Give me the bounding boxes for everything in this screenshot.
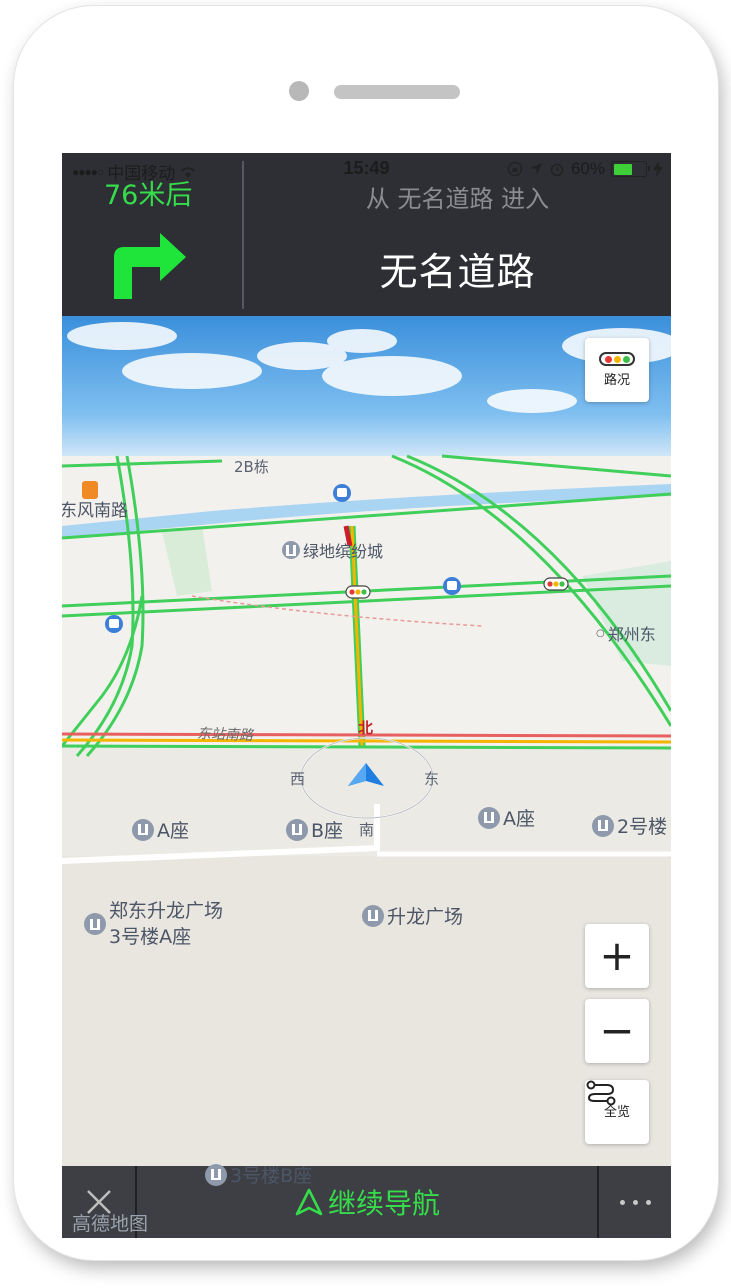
compass-west: 西 (290, 770, 306, 788)
overview-label: 全览 (603, 1104, 630, 1120)
building-icon (478, 806, 500, 829)
traffic-light-icon (599, 352, 635, 366)
building-icon (362, 904, 384, 927)
map-poi-a-zuo[interactable]: A座 (478, 804, 535, 831)
map-poi-zhengdong-shenglong[interactable]: 郑东升龙广场 3号楼A座 (84, 898, 223, 950)
building-icon (286, 818, 308, 841)
map-poi-shenglong[interactable]: 升龙广场 (362, 902, 463, 929)
building-icon (132, 818, 154, 841)
amap-watermark: 高德地图 (72, 1213, 149, 1235)
charging-bolt-icon (653, 161, 663, 177)
zoom-in-button[interactable]: + (585, 924, 649, 988)
bus-stop-icon (105, 615, 123, 633)
rotation-lock-icon (507, 161, 523, 177)
turn-right-arrow-icon (114, 233, 186, 299)
battery-icon (611, 161, 650, 177)
navigation-screen: 76米后 从 无名道路 进入 无名道路 ●●●●○ 中国移动 15:49 60%… (62, 153, 671, 1238)
map-label-station[interactable]: ○ 郑州东 (596, 621, 656, 645)
map-poi-b-zuo[interactable]: B座 (286, 816, 343, 843)
overview-button[interactable]: 全览 (585, 1080, 649, 1144)
compass-east: 东 (424, 770, 440, 788)
current-road-name: 无名道路 (379, 250, 536, 294)
traffic-light-marker (345, 585, 371, 599)
bus-stop-icon (443, 577, 461, 595)
continue-navigation-label: 继续导航 (327, 1187, 440, 1220)
building-icon (205, 1163, 227, 1186)
navigation-arrow-icon (295, 1188, 323, 1216)
map-label-road: 东站南路 (196, 726, 254, 744)
compass-north: 北 (358, 719, 374, 737)
more-options-button[interactable] (599, 1166, 671, 1238)
map-poi-a-zuo[interactable]: A座 (132, 816, 189, 843)
map-label-building: 2B栋 (234, 458, 269, 476)
map-view[interactable]: 2B栋 东风南路 绿地缤纷城 ○ 郑州东 东站南路 北 南 东 西 A座 B座 … (62, 316, 671, 1187)
map-poi-2-hao-lou[interactable]: 2号楼 (592, 812, 667, 839)
map-poi-3-hao-lou-b[interactable]: 3号楼B座 (205, 1161, 312, 1188)
map-label-road: 东风南路 (62, 501, 128, 521)
traffic-light-marker (543, 577, 569, 591)
route-overview-icon (586, 1080, 616, 1106)
traffic-label: 路况 (603, 373, 630, 388)
traffic-toggle-button[interactable]: 路况 (585, 338, 649, 402)
battery-fill (613, 163, 633, 175)
building-icon (84, 913, 106, 935)
status-bar: ●●●●○ 中国移动 15:49 60% (62, 153, 671, 185)
speaker (334, 85, 460, 99)
building-icon (592, 814, 614, 837)
alarm-icon (550, 163, 564, 177)
map-canvas (62, 316, 671, 1166)
battery-percent: 60% (570, 159, 605, 178)
bus-stop-icon (333, 484, 351, 502)
bottom-action-bar: 继续导航 (62, 1166, 671, 1238)
location-arrow-icon (529, 163, 542, 175)
compass-south: 南 (359, 821, 375, 839)
map-poi-lvdi[interactable]: 绿地缤纷城 (282, 538, 383, 562)
camera (289, 81, 309, 101)
zoom-out-button[interactable]: − (585, 999, 649, 1063)
